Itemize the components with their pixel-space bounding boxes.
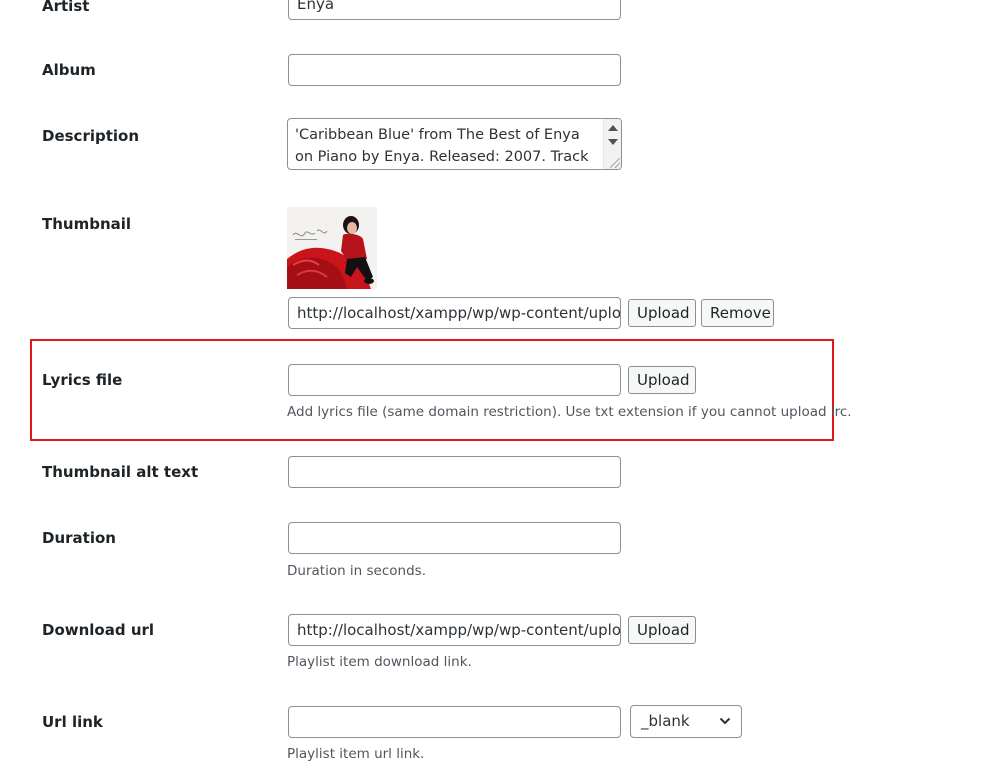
scroll-down-arrow-icon[interactable]	[608, 139, 618, 145]
url-link-help-text: Playlist item url link.	[287, 746, 425, 762]
lyrics-upload-button[interactable]: Upload	[628, 366, 696, 394]
link-target-value: _blank	[641, 712, 690, 730]
scroll-up-arrow-icon[interactable]	[608, 125, 618, 131]
thumbnail-upload-button[interactable]: Upload	[628, 299, 696, 327]
duration-input[interactable]	[288, 522, 621, 554]
lyrics-file-input[interactable]	[288, 364, 621, 396]
duration-help-text: Duration in seconds.	[287, 563, 426, 579]
description-label: Description	[42, 127, 140, 145]
download-upload-button[interactable]: Upload	[628, 616, 696, 644]
chevron-down-icon	[719, 717, 731, 725]
url-link-label: Url link	[42, 713, 103, 731]
description-text: 'Caribbean Blue' from The Best of Enya o…	[295, 127, 589, 165]
download-help-text: Playlist item download link.	[287, 654, 472, 670]
duration-label: Duration	[42, 529, 116, 547]
album-label: Album	[42, 61, 96, 79]
link-target-select[interactable]: _blank	[630, 705, 742, 738]
album-input[interactable]	[288, 54, 621, 86]
description-textarea[interactable]: 'Caribbean Blue' from The Best of Enya o…	[287, 118, 622, 170]
album-art-icon	[287, 207, 377, 289]
thumbnail-url-input[interactable]: http://localhost/xampp/wp/wp-content/upl…	[288, 297, 621, 329]
download-url-label: Download url	[42, 621, 155, 639]
artist-input[interactable]: Enya	[288, 0, 621, 20]
lyrics-file-label: Lyrics file	[42, 371, 123, 389]
thumbnail-remove-button[interactable]: Remove	[701, 299, 774, 327]
resize-grip-icon[interactable]	[610, 158, 620, 168]
thumbnail-alt-input[interactable]	[288, 456, 621, 488]
artist-label: Artist	[42, 0, 90, 15]
thumbnail-label: Thumbnail	[42, 215, 132, 233]
thumbnail-image	[287, 207, 377, 289]
lyrics-help-text: Add lyrics file (same domain restriction…	[287, 404, 852, 420]
thumbnail-alt-label: Thumbnail alt text	[42, 463, 199, 481]
url-link-input[interactable]	[288, 706, 621, 738]
download-url-input[interactable]: http://localhost/xampp/wp/wp-content/upl…	[288, 614, 621, 646]
playlist-item-form: Artist Enya Album Description 'Caribbean…	[0, 0, 1000, 778]
